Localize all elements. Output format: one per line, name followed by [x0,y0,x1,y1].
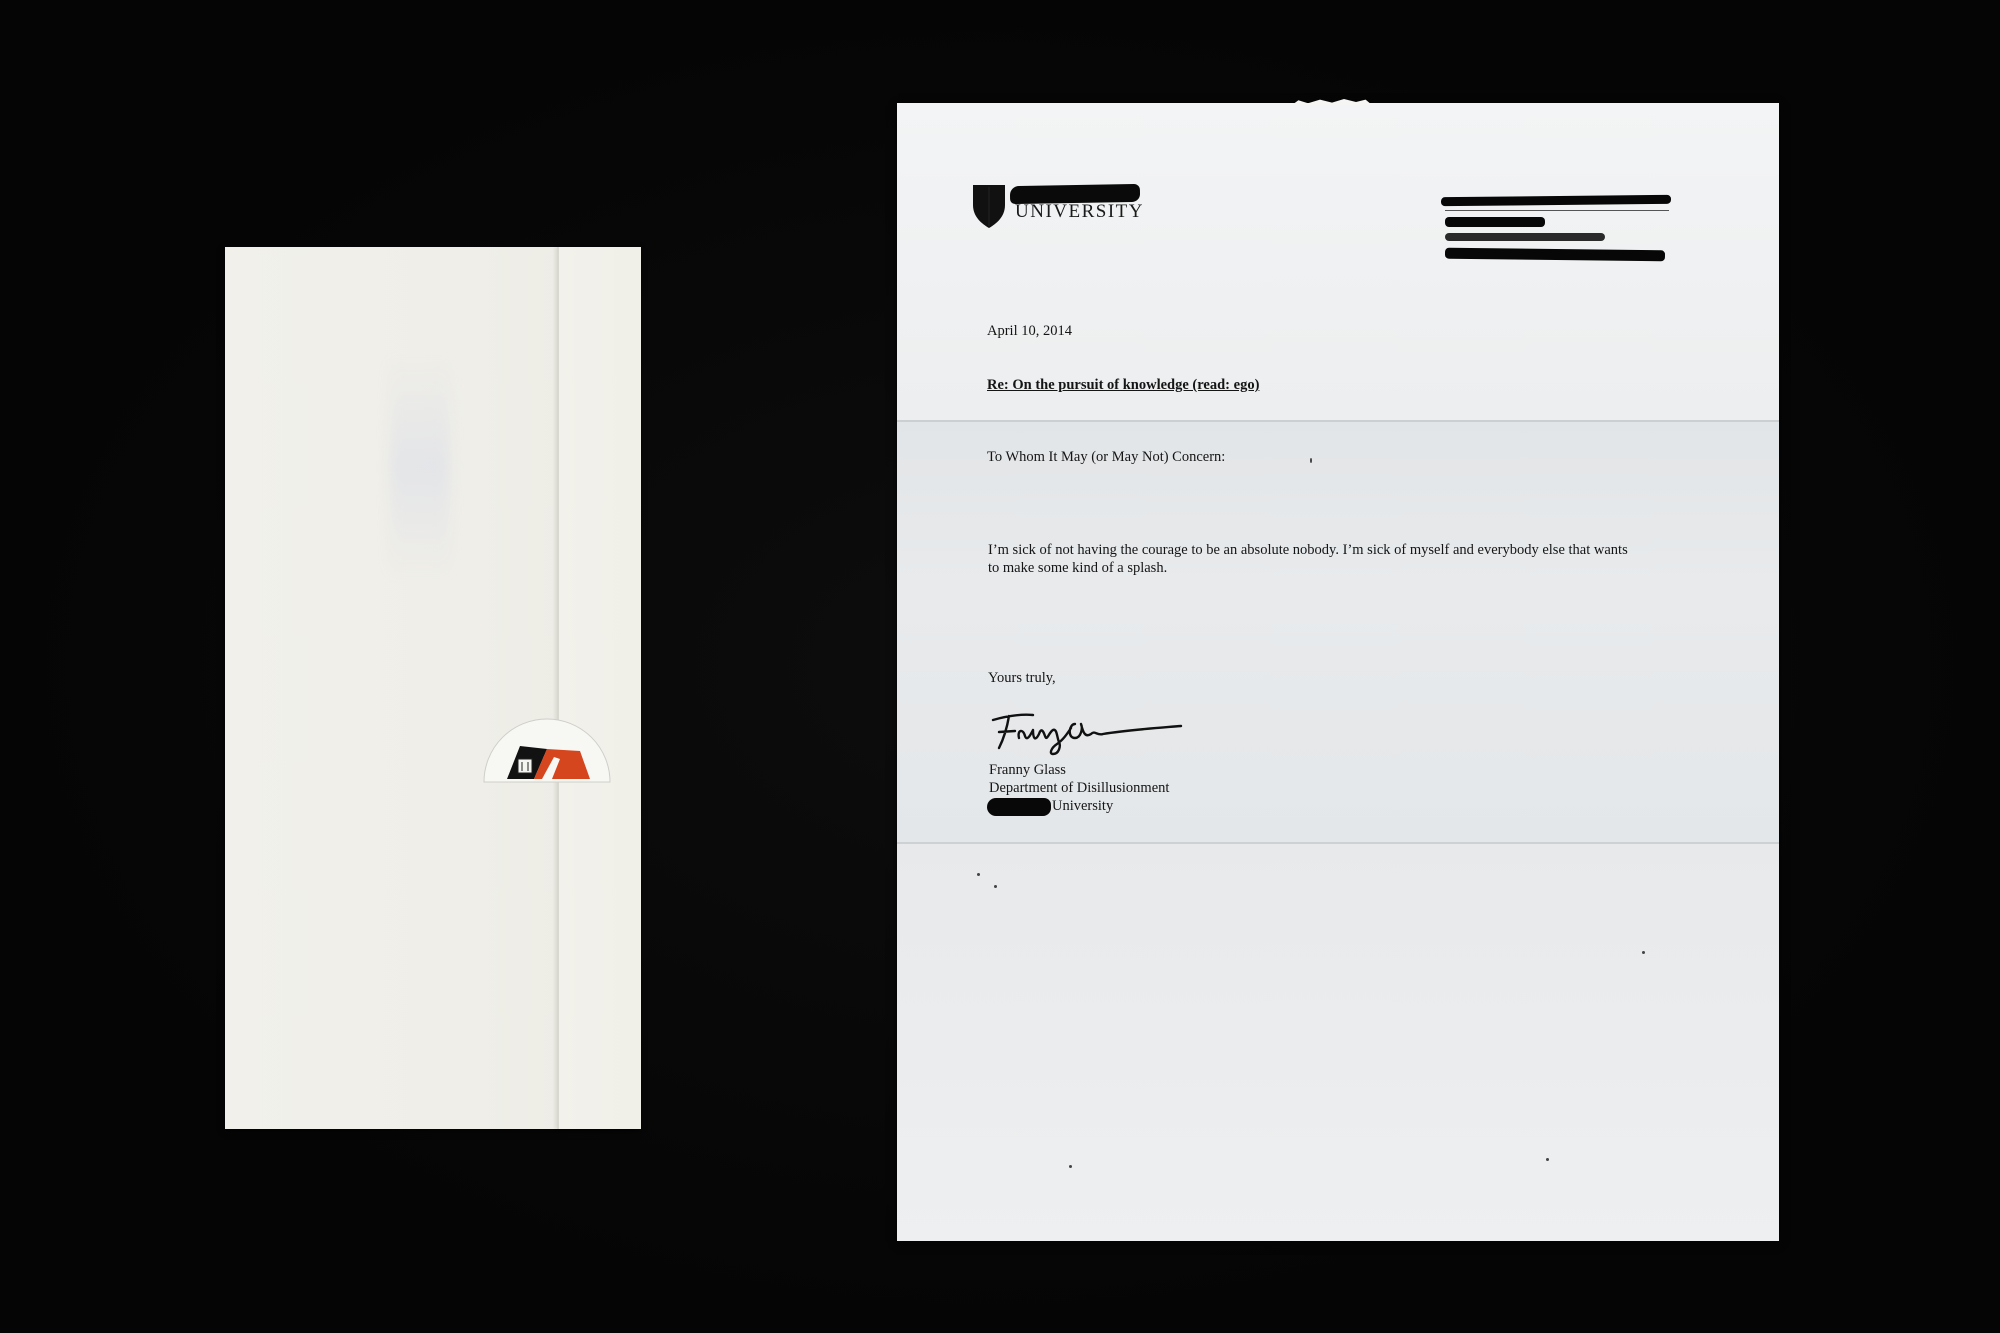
paper-speck [1642,951,1645,954]
paper-speck [977,873,980,876]
fold-line-lower [897,842,1779,844]
sender-department: Department of Disillusionment [989,780,1170,796]
letter-subject: Re: On the pursuit of knowledge (read: e… [987,377,1260,393]
sender-name: Franny Glass [989,762,1066,778]
letterhead-institution: UNIVERSITY [1015,201,1144,222]
paper-speck [1546,1158,1549,1161]
address-redaction-2 [1445,217,1545,227]
letter-closing: Yours truly, [988,670,1056,686]
letter-sheet: UNIVERSITY April 10, 2014 Re: On the pur… [897,99,1779,1241]
letter-bottom-panel [897,842,1779,1241]
university-seal-sticker-icon [483,718,611,783]
sender-institution-redaction [987,798,1051,816]
paper-speck [1310,458,1312,463]
letter-salutation: To Whom It May (or May Not) Concern: [987,449,1226,465]
paper-tear [1292,99,1372,105]
address-rule [1445,210,1669,211]
shield-icon [973,185,1005,228]
paper-speck [1069,1165,1072,1168]
envelope [225,247,641,1129]
envelope-show-through [390,357,450,577]
letter-body: I’m sick of not having the courage to be… [988,542,1628,576]
sender-institution: University [1052,798,1114,814]
address-redaction-3 [1445,233,1605,241]
paper-speck [994,885,997,888]
letter-date: April 10, 2014 [987,323,1072,339]
letter-top-panel [897,103,1779,420]
fold-line-upper [897,420,1779,422]
handwritten-signature-icon [991,713,1183,756]
photo-background: UNIVERSITY April 10, 2014 Re: On the pur… [0,0,2000,1333]
